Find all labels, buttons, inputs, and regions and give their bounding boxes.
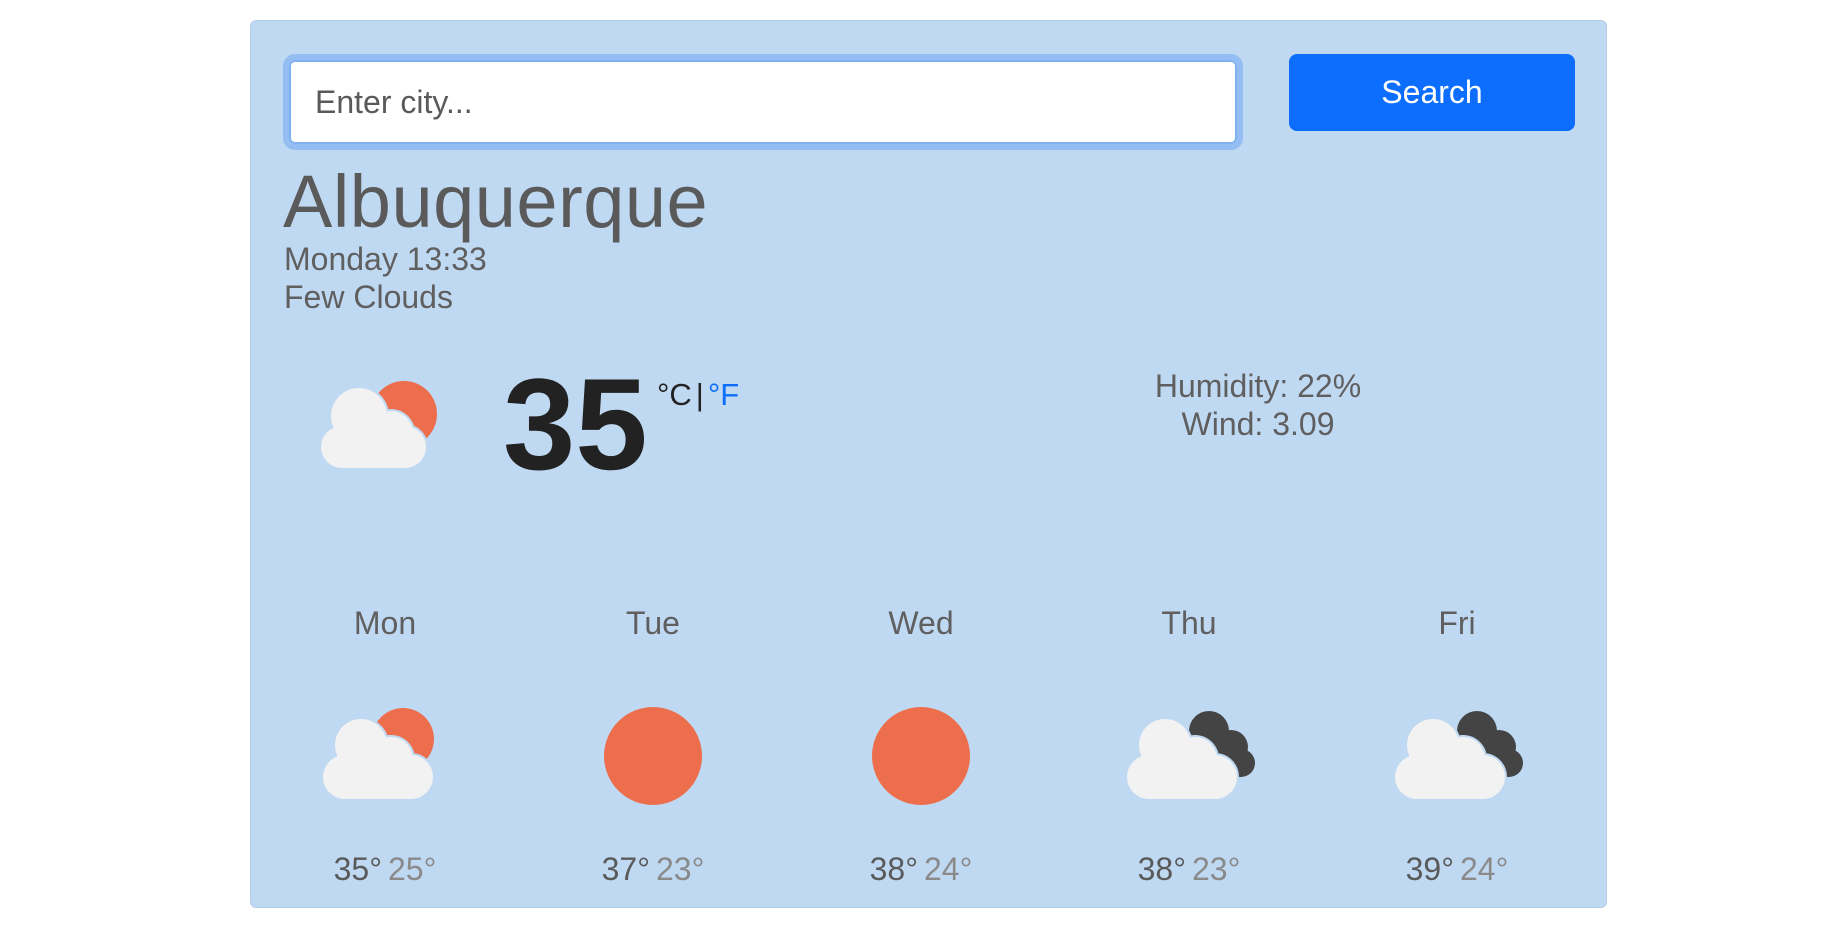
forecast-temps: 39° 24°: [1323, 851, 1591, 888]
forecast-temps: 38° 23°: [1055, 851, 1323, 888]
forecast-day: Fri 39° 24°: [1323, 601, 1591, 901]
forecast-day: Thu 38° 23°: [1055, 601, 1323, 901]
wind-value: Wind: 3.09: [1181, 406, 1335, 442]
forecast-high: 38°: [869, 851, 918, 887]
forecast-low: 25°: [388, 851, 437, 887]
forecast-day-name: Wed: [888, 605, 954, 641]
broken-clouds-icon: [1393, 711, 1523, 801]
forecast-low: 23°: [1192, 851, 1241, 887]
fahrenheit-link[interactable]: °F: [708, 377, 739, 412]
forecast-day: Wed 38° 24°: [787, 601, 1055, 901]
forecast-low: 24°: [1460, 851, 1509, 887]
city-search-input[interactable]: [283, 54, 1243, 150]
current-datetime: Monday 13:33: [284, 241, 487, 277]
current-temperature: 35: [503, 351, 648, 497]
forecast-high: 35°: [333, 851, 382, 887]
forecast-low: 24°: [924, 851, 973, 887]
few-clouds-day-icon: [321, 708, 435, 801]
forecast-low: 23°: [656, 851, 705, 887]
forecast-temps: 35° 25°: [251, 851, 519, 888]
forecast-row: Mon 35° 25° Tue 37° 23° Wed 38° 24° Thu …: [251, 601, 1608, 901]
city-name: Albuquerque: [283, 160, 709, 243]
weather-details: Humidity: 22% Wind: 3.09: [1113, 367, 1403, 443]
forecast-temps: 38° 24°: [787, 851, 1055, 888]
weather-condition: Few Clouds: [284, 279, 453, 315]
forecast-high: 37°: [601, 851, 650, 887]
clear-sky-icon: [872, 707, 970, 805]
broken-clouds-icon: [1125, 711, 1255, 801]
humidity-value: Humidity: 22%: [1154, 368, 1362, 404]
weather-card: Search Albuquerque Monday 13:33 Few Clou…: [250, 20, 1607, 908]
forecast-day-name: Fri: [1438, 605, 1476, 641]
forecast-day: Tue 37° 23°: [519, 601, 787, 901]
unit-separator: |: [695, 377, 704, 412]
celsius-unit[interactable]: °C: [657, 377, 692, 412]
search-bar: Search: [251, 21, 1606, 161]
few-clouds-day-icon: [319, 381, 437, 470]
forecast-day-name: Tue: [626, 605, 680, 641]
clear-sky-icon: [604, 707, 702, 805]
forecast-day-name: Mon: [353, 605, 417, 641]
forecast-high: 38°: [1137, 851, 1186, 887]
forecast-day-name: Thu: [1161, 605, 1217, 641]
unit-toggle: °C | °F: [657, 377, 739, 413]
forecast-high: 39°: [1405, 851, 1454, 887]
search-button[interactable]: Search: [1289, 54, 1575, 131]
forecast-day: Mon 35° 25°: [251, 601, 519, 901]
forecast-temps: 37° 23°: [519, 851, 787, 888]
